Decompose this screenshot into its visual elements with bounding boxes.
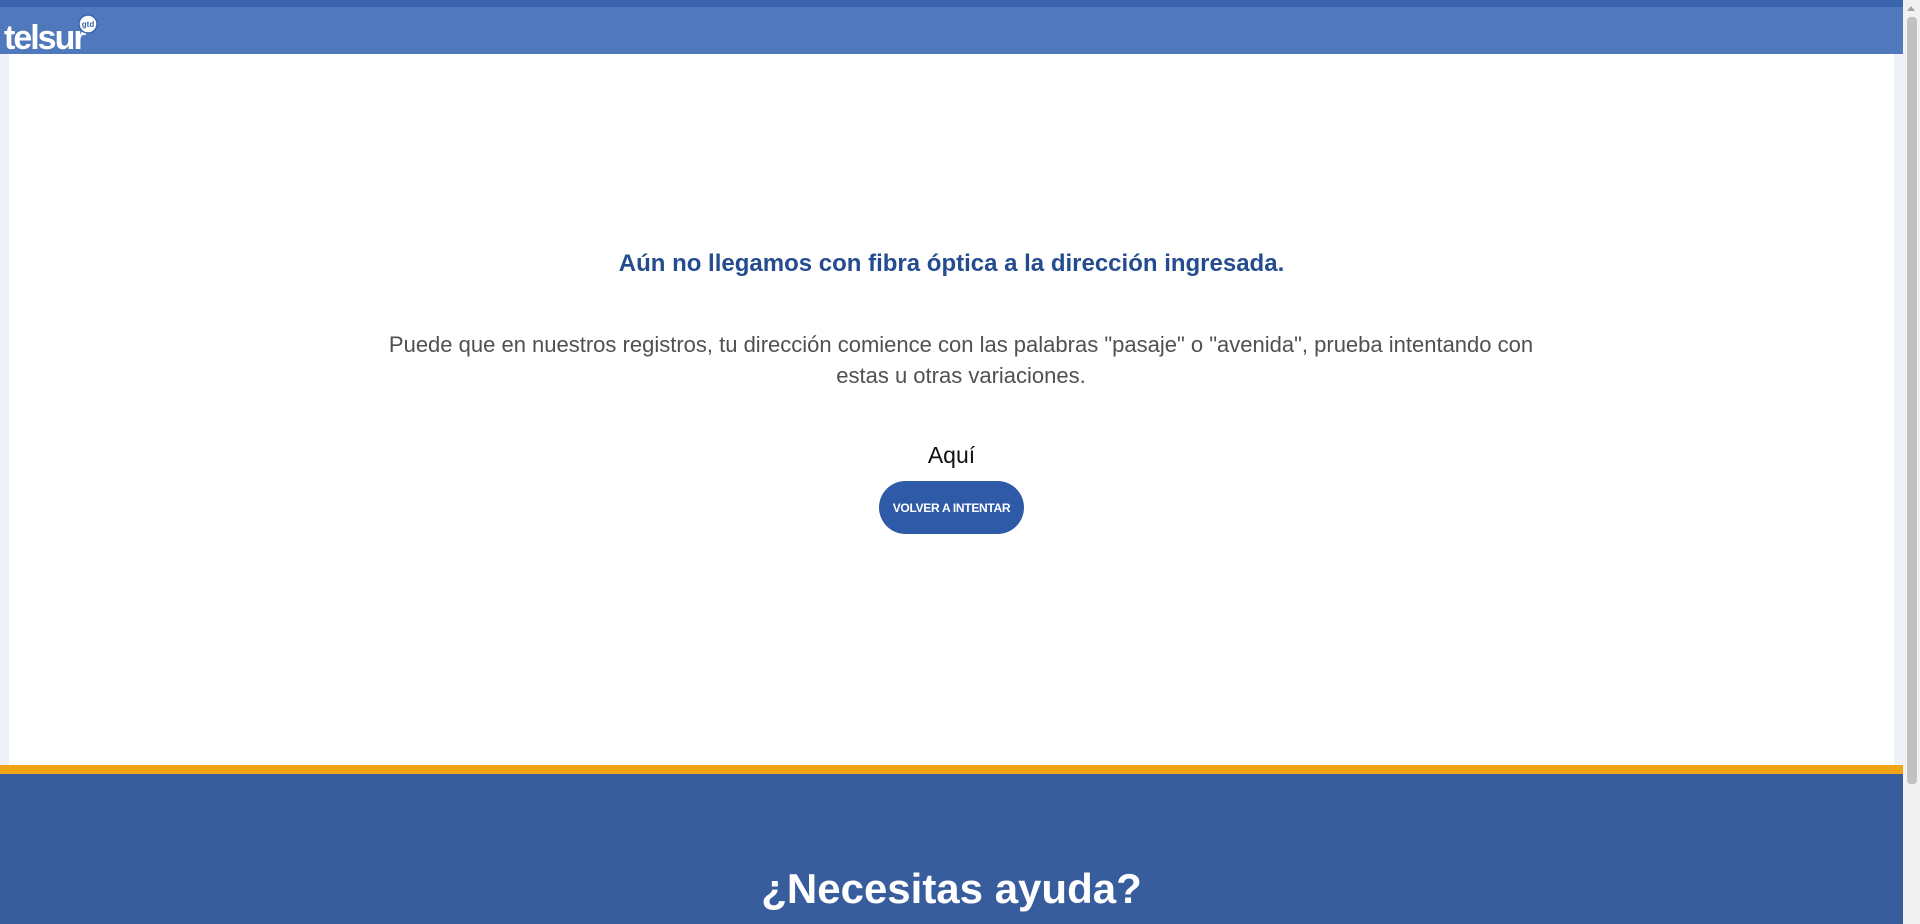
site-header: telsur gtd <box>0 7 1903 57</box>
top-accent-bar <box>0 0 1903 7</box>
help-heading: ¿Necesitas ayuda? <box>761 865 1142 912</box>
aqui-link[interactable]: Aquí <box>9 442 1894 469</box>
coverage-unavailable-heading: Aún no llegamos con fibra óptica a la di… <box>618 250 1285 277</box>
svg-text:telsur: telsur <box>4 19 86 57</box>
help-footer: ¿Necesitas ayuda? <box>0 774 1903 924</box>
footer-accent-line <box>0 765 1903 774</box>
retry-button[interactable]: VOLVER A INTENTAR <box>879 481 1024 534</box>
vertical-scrollbar[interactable] <box>1903 0 1920 924</box>
main-content: Aún no llegamos con fibra óptica a la di… <box>9 54 1894 765</box>
address-hint-message: Puede que en nuestros registros, tu dire… <box>388 332 1534 388</box>
scrollbar-thumb[interactable] <box>1907 17 1917 784</box>
scroll-up-arrow-icon[interactable] <box>1903 0 1920 17</box>
svg-text:gtd: gtd <box>82 20 95 29</box>
